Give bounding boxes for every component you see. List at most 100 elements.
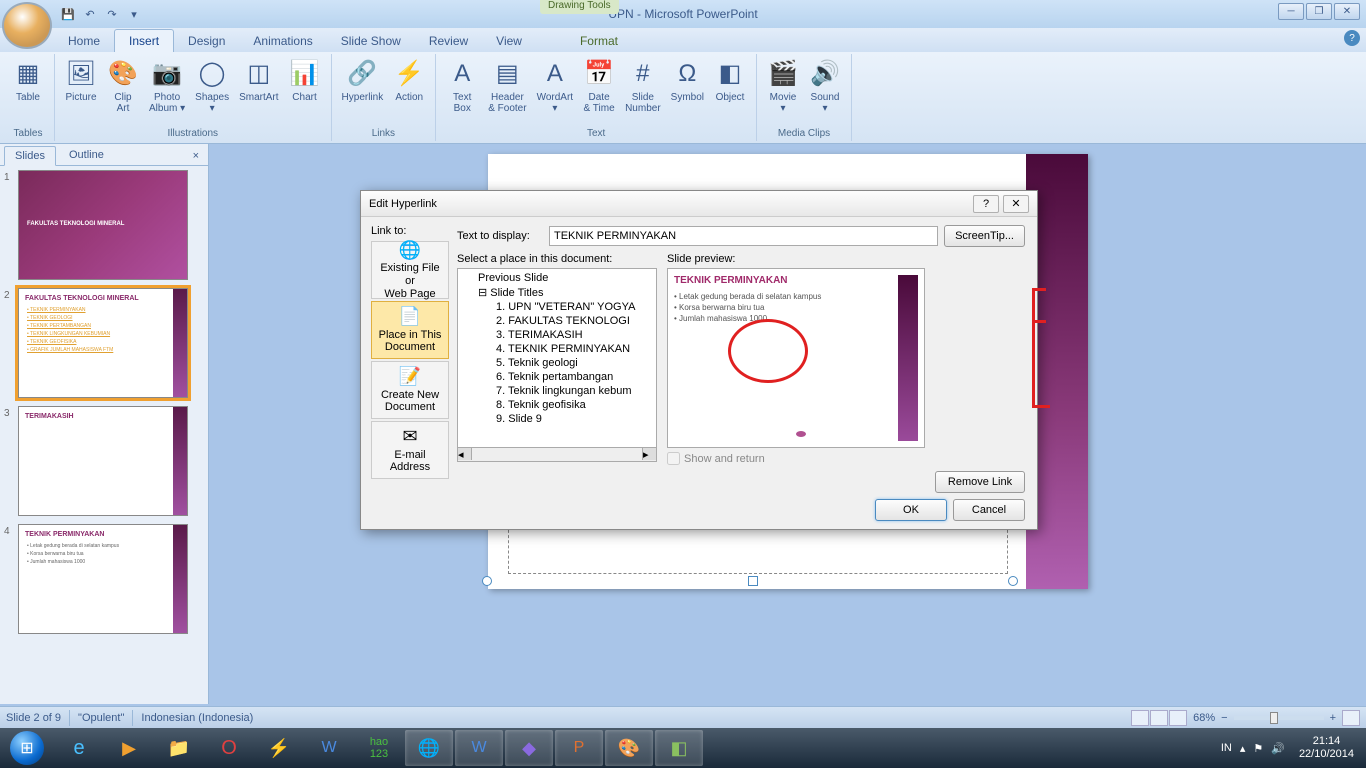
- photo-album--button[interactable]: 📷PhotoAlbum ▾: [145, 56, 189, 116]
- remove-link-button[interactable]: Remove Link: [935, 471, 1025, 493]
- task-word2[interactable]: W: [455, 730, 503, 766]
- tree-item[interactable]: ⊟ Slide Titles: [460, 285, 654, 300]
- task-paint[interactable]: 🎨: [605, 730, 653, 766]
- linkto-create-new-document[interactable]: 📝Create NewDocument: [371, 361, 449, 419]
- ok-button[interactable]: OK: [875, 499, 947, 521]
- task-explorer[interactable]: 📁: [155, 730, 203, 766]
- minimize-button[interactable]: ─: [1278, 3, 1304, 20]
- tab-format[interactable]: Format: [566, 30, 632, 52]
- task-ie[interactable]: e: [55, 730, 103, 766]
- dialog-title-bar[interactable]: Edit Hyperlink ? ✕: [361, 191, 1037, 217]
- tray-up-icon[interactable]: ▴: [1240, 742, 1246, 755]
- tab-view[interactable]: View: [482, 30, 536, 52]
- screentip-button[interactable]: ScreenTip...: [944, 225, 1025, 247]
- sound--button[interactable]: 🔊Sound▾: [805, 56, 845, 116]
- redo-icon[interactable]: ↷: [102, 4, 122, 24]
- text-box-button[interactable]: ATextBox: [442, 56, 482, 116]
- picture-button[interactable]: 🖼Picture: [61, 56, 101, 105]
- tree-item[interactable]: 8. Teknik geofisika: [460, 398, 654, 412]
- help-icon[interactable]: ?: [1344, 30, 1360, 46]
- task-powerpoint[interactable]: P: [555, 730, 603, 766]
- text-display-input[interactable]: [549, 226, 938, 246]
- zoom-in-icon[interactable]: +: [1330, 712, 1336, 724]
- fit-window-button[interactable]: [1342, 710, 1360, 726]
- linkto-place-in-this-document[interactable]: 📄Place in This Document: [371, 301, 449, 359]
- taskbar-clock[interactable]: 21:1422/10/2014: [1293, 733, 1360, 763]
- cancel-button[interactable]: Cancel: [953, 499, 1025, 521]
- restore-button[interactable]: ❐: [1306, 3, 1332, 20]
- dialog-close-button[interactable]: ✕: [1003, 195, 1029, 213]
- task-chrome[interactable]: 🌐: [405, 730, 453, 766]
- task-winamp[interactable]: ⚡: [255, 730, 303, 766]
- shapes--button[interactable]: ◯Shapes▾: [191, 56, 233, 116]
- tray-flag-icon[interactable]: ⚑: [1253, 742, 1263, 755]
- document-tree[interactable]: Previous Slide⊟ Slide Titles1. UPN "VETE…: [457, 268, 657, 448]
- slide-thumbnail-2[interactable]: FAKULTAS TEKNOLOGI MINERAL• TEKNIK PERMI…: [18, 288, 188, 398]
- slide-thumbnail-3[interactable]: TERIMAKASIH: [18, 406, 188, 516]
- tree-item[interactable]: 2. FAKULTAS TEKNOLOGI: [460, 314, 654, 328]
- preview-label: Slide preview:: [667, 253, 925, 265]
- zoom-out-icon[interactable]: −: [1221, 712, 1227, 724]
- tree-item[interactable]: 5. Teknik geologi: [460, 356, 654, 370]
- slide-number-button[interactable]: #SlideNumber: [621, 56, 665, 116]
- tab-review[interactable]: Review: [415, 30, 482, 52]
- slideshow-view-button[interactable]: [1169, 710, 1187, 726]
- zoom-level[interactable]: 68%: [1193, 712, 1215, 724]
- tab-outline[interactable]: Outline: [58, 145, 115, 165]
- action-button[interactable]: ⚡Action: [389, 56, 429, 105]
- tab-design[interactable]: Design: [174, 30, 239, 52]
- linkto-e-mail-address[interactable]: ✉E-mail Address: [371, 421, 449, 479]
- movie--button[interactable]: 🎬Movie▾: [763, 56, 803, 116]
- tree-item[interactable]: 6. Teknik pertambangan: [460, 370, 654, 384]
- tray-volume-icon[interactable]: 🔊: [1271, 742, 1285, 755]
- tree-item[interactable]: 1. UPN "VETERAN" YOGYA: [460, 300, 654, 314]
- slide-thumbnail-4[interactable]: TEKNIK PERMINYAKAN• Letak gedung berada …: [18, 524, 188, 634]
- tab-insert[interactable]: Insert: [114, 29, 174, 52]
- clip-art-button[interactable]: 🎨ClipArt: [103, 56, 143, 116]
- tree-item[interactable]: 4. TEKNIK PERMINYAKAN: [460, 342, 654, 356]
- dialog-help-button[interactable]: ?: [973, 195, 999, 213]
- selection-handle[interactable]: [1008, 576, 1018, 586]
- linkto-existing-file-or-web-page[interactable]: 🌐Existing File orWeb Page: [371, 241, 449, 299]
- close-button[interactable]: ✕: [1334, 3, 1360, 20]
- selection-handle[interactable]: [748, 576, 758, 586]
- tab-home[interactable]: Home: [54, 30, 114, 52]
- sorter-view-button[interactable]: [1150, 710, 1168, 726]
- input-indicator[interactable]: IN: [1221, 742, 1232, 754]
- object-button[interactable]: ◧Object: [710, 56, 750, 105]
- start-button[interactable]: ⊞: [0, 728, 54, 768]
- tab-slide-show[interactable]: Slide Show: [327, 30, 415, 52]
- wordart--button[interactable]: AWordArt▾: [533, 56, 578, 116]
- header-footer-button[interactable]: ▤Header& Footer: [484, 56, 530, 116]
- table-button[interactable]: ▦Table: [8, 56, 48, 105]
- tab-slides[interactable]: Slides: [4, 146, 56, 166]
- task-word[interactable]: W: [305, 730, 353, 766]
- normal-view-button[interactable]: [1131, 710, 1149, 726]
- slide-thumbnail-1[interactable]: FAKULTAS TEKNOLOGI MINERAL: [18, 170, 188, 280]
- task-opera[interactable]: O: [205, 730, 253, 766]
- ribbon-group-media-clips: 🎬Movie▾🔊Sound▾Media Clips: [757, 54, 852, 141]
- symbol-button[interactable]: ΩSymbol: [667, 56, 708, 105]
- undo-icon[interactable]: ↶: [80, 4, 100, 24]
- zoom-slider[interactable]: [1234, 716, 1324, 720]
- tree-scrollbar[interactable]: ◂ ▸: [457, 448, 657, 462]
- office-button[interactable]: [2, 2, 52, 49]
- tab-animations[interactable]: Animations: [239, 30, 326, 52]
- task-media[interactable]: ▶: [105, 730, 153, 766]
- task-app2[interactable]: ◧: [655, 730, 703, 766]
- hyperlink-button[interactable]: 🔗Hyperlink: [338, 56, 388, 105]
- tree-item[interactable]: 7. Teknik lingkungan kebum: [460, 384, 654, 398]
- tree-item[interactable]: 3. TERIMAKASIH: [460, 328, 654, 342]
- task-hao123[interactable]: hao123: [355, 730, 403, 766]
- panel-close-icon[interactable]: ×: [190, 147, 202, 165]
- tree-item[interactable]: Previous Slide: [460, 271, 654, 285]
- chart-button[interactable]: 📊Chart: [285, 56, 325, 105]
- save-icon[interactable]: 💾: [58, 4, 78, 24]
- tree-item[interactable]: 9. Slide 9: [460, 412, 654, 426]
- smartart-button[interactable]: ◫SmartArt: [235, 56, 282, 105]
- task-app1[interactable]: ◆: [505, 730, 553, 766]
- status-language[interactable]: Indonesian (Indonesia): [141, 712, 253, 724]
- qat-dropdown-icon[interactable]: ▾: [124, 4, 144, 24]
- date-time-button[interactable]: 📅Date& Time: [579, 56, 619, 116]
- selection-handle[interactable]: [482, 576, 492, 586]
